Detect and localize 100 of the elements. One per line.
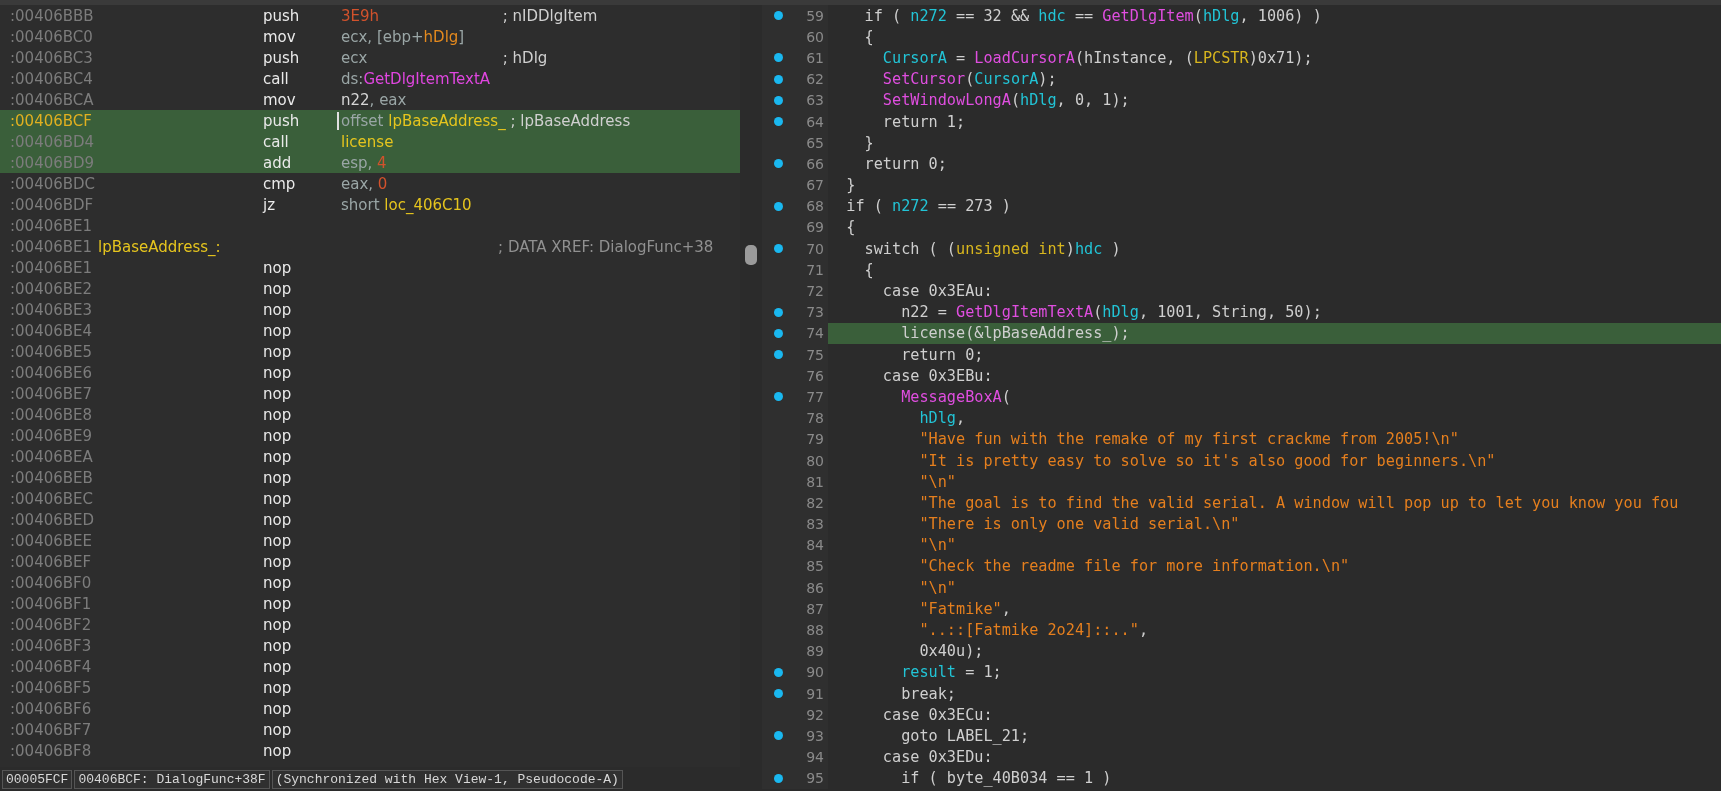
line-number: 69 <box>806 219 824 236</box>
selected-row[interactable]: :00406BD4 call license <box>0 131 740 152</box>
line-number: 89 <box>806 643 824 660</box>
operand-text: esp, 4 <box>341 153 387 172</box>
selected-row[interactable]: :00406BD9 add esp, 4 <box>0 152 740 173</box>
mnemonic-text: nop <box>263 615 293 634</box>
mnemonic-text: nop <box>263 657 293 676</box>
address-text: :00406BBB <box>9 6 95 25</box>
line-number: 76 <box>806 367 824 384</box>
scrollbar-thumb[interactable] <box>745 245 757 265</box>
line-number: 82 <box>806 494 824 511</box>
address-text: :00406BEC <box>9 489 94 508</box>
code-line: } <box>863 132 875 154</box>
code-line: if ( byte_40B034 == 1 ) <box>900 768 1113 789</box>
code-line: case 0x3EBu: <box>881 365 994 387</box>
mnemonic-text: push <box>263 111 301 130</box>
line-number: 77 <box>806 388 824 405</box>
mnemonic-text: nop <box>263 384 293 403</box>
address-text: :00406BC0 <box>9 27 94 46</box>
address-text: :00406BE1 <box>9 216 94 235</box>
mnemonic-text: nop <box>263 426 293 445</box>
line-number: 84 <box>806 537 824 554</box>
line-number: 90 <box>806 664 824 681</box>
code-line: goto LABEL_21; <box>900 725 1031 747</box>
code-line: "The goal is to find the valid serial. A window will pop up to let you know you fou <box>918 492 1680 514</box>
address-text: :00406BD4 <box>9 132 96 151</box>
mnemonic-text: nop <box>263 363 293 382</box>
line-number: 73 <box>806 304 824 321</box>
mnemonic-text: nop <box>263 531 293 550</box>
mnemonic-text: nop <box>263 636 293 655</box>
operand-text: license <box>341 132 394 151</box>
address-text: :00406BF3 <box>9 636 93 655</box>
code-line: "\n" <box>918 535 957 556</box>
code-line: return 0; <box>863 153 948 175</box>
address-text: :00406BDF <box>9 195 95 214</box>
code-line: case 0x3ECu: <box>881 704 994 726</box>
code-line: if ( n272 == 273 ) <box>845 196 1012 217</box>
code-line: case 0x3EDu: <box>881 747 994 768</box>
line-number: 63 <box>806 92 824 109</box>
address-text: :00406BEF <box>9 552 93 571</box>
address-text: :00406BC4 <box>9 69 94 88</box>
mnemonic-text: nop <box>263 342 293 361</box>
comment-text: ; lpBaseAddress <box>509 111 631 130</box>
line-number: 62 <box>806 71 824 88</box>
mnemonic-text: nop <box>263 489 293 508</box>
line-number: 74 <box>806 325 824 342</box>
operand-text: 3E9h <box>341 6 380 25</box>
mnemonic-text: mov <box>263 27 297 46</box>
mnemonic-text: call <box>263 132 290 151</box>
code-line: hDlg, <box>918 408 967 429</box>
mnemonic-text: nop <box>263 573 293 592</box>
address-text: :00406BE4 <box>9 321 94 340</box>
code-line: return 0; <box>900 344 985 366</box>
line-number: 75 <box>806 346 824 363</box>
mnemonic-text: mov <box>263 90 297 109</box>
operand-text: short loc_406C10 <box>341 195 472 214</box>
line-number: 94 <box>806 749 824 766</box>
mnemonic-text: nop <box>263 720 293 739</box>
line-number: 93 <box>806 727 824 744</box>
code-line: "There is only one valid serial.\n" <box>918 514 1241 535</box>
operand-text: eax, 0 <box>341 174 388 193</box>
line-number: 59 <box>806 7 824 24</box>
xref-comment: ; DATA XREF: DialogFunc+38 <box>498 237 714 256</box>
mnemonic-text: nop <box>263 300 293 319</box>
line-number: 71 <box>806 261 824 278</box>
address-text: :00406BF7 <box>9 720 93 739</box>
line-number: 65 <box>806 134 824 151</box>
selected-row[interactable]: :00406BCF push offset lpBaseAddress_ ; lpBaseAddress <box>0 110 740 131</box>
address-text: :00406BF1 <box>9 594 93 613</box>
address-text: :00406BCA <box>9 90 95 109</box>
line-number: 87 <box>806 600 824 617</box>
mnemonic-text: cmp <box>263 174 297 193</box>
code-line: "\n" <box>918 471 957 493</box>
code-line: "Check the readme file for more information.\n" <box>918 556 1351 578</box>
line-number: 88 <box>806 622 824 639</box>
code-line: { <box>863 26 875 48</box>
status-field: 00005FCF <box>2 769 73 789</box>
line-number: 95 <box>806 770 824 787</box>
code-line: "..::[Fatmike 2o24]::..", <box>918 620 1150 641</box>
line-number: 92 <box>806 706 824 723</box>
code-line: switch ( (unsigned int)hdc ) <box>863 238 1122 260</box>
address-text: :00406BEB <box>9 468 94 487</box>
address-text: :00406BF4 <box>9 657 93 676</box>
address-text: :00406BE6 <box>9 363 94 382</box>
mnemonic-text: call <box>263 69 290 88</box>
code-line: 0x40u); <box>918 641 985 662</box>
mnemonic-text: nop <box>263 405 293 424</box>
mnemonic-text: nop <box>263 258 293 277</box>
status-field: (Synchronized with Hex View-1, Pseudocode-A) <box>271 769 623 789</box>
line-number: 83 <box>806 516 824 533</box>
line-number: 80 <box>806 452 824 469</box>
operand-text: ecx <box>341 48 368 67</box>
address-text: :00406BED <box>9 510 96 529</box>
address-text: :00406BE1 <box>9 258 94 277</box>
code-line: "\n" <box>918 577 957 599</box>
mnemonic-text: nop <box>263 741 293 760</box>
address-text: :00406BE9 <box>9 426 94 445</box>
status-field: 00406BCF: DialogFunc+38F <box>74 769 270 789</box>
code-line: SetCursor(CursorA); <box>881 69 1058 90</box>
operand-text: ecx, [ebp+hDlg] <box>341 27 465 46</box>
